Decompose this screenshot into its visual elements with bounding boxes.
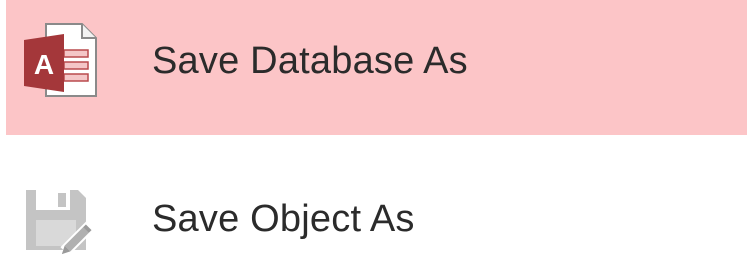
save-object-as-label: Save Object As — [152, 198, 415, 240]
save-database-as-item[interactable]: A Save Database As — [6, 0, 747, 135]
svg-text:A: A — [34, 49, 54, 80]
save-as-menu: A Save Database As Save Object As — [0, 0, 753, 267]
save-database-as-label: Save Database As — [152, 40, 468, 82]
access-database-icon: A — [20, 20, 100, 100]
save-object-as-item[interactable]: Save Object As — [6, 150, 747, 267]
save-object-icon — [20, 184, 100, 264]
